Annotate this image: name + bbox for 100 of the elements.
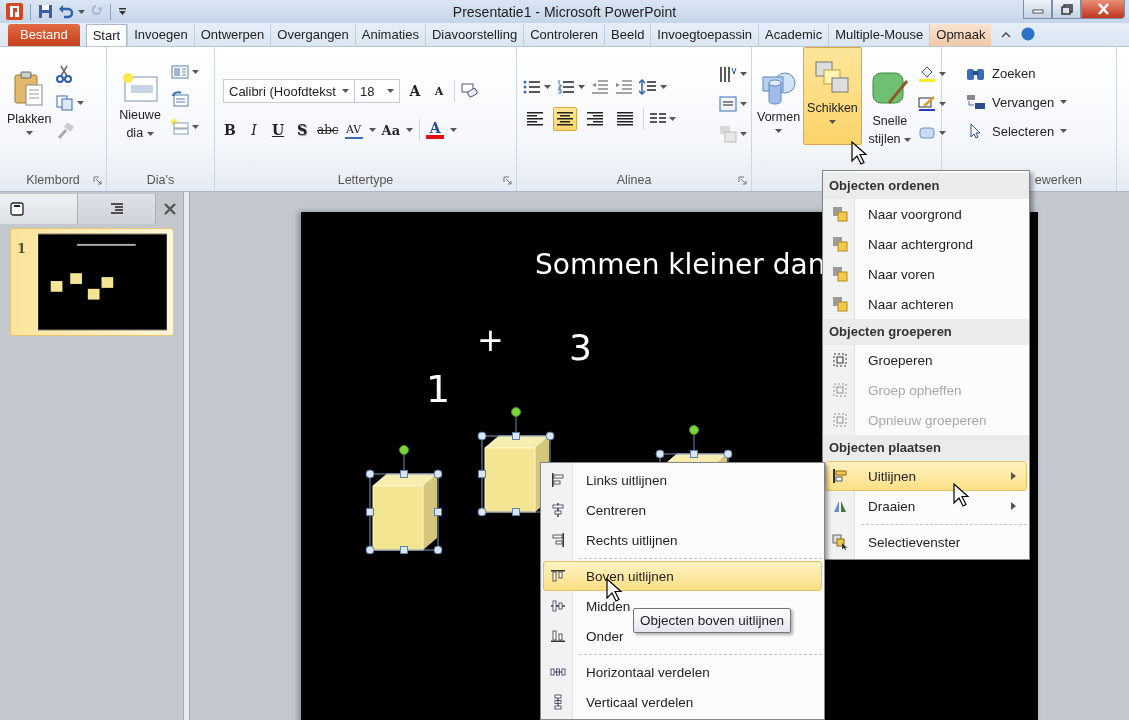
dialog-launcher-icon[interactable]	[738, 176, 747, 185]
minimize-ribbon-icon[interactable]	[1001, 31, 1012, 38]
slide-thumbnail[interactable]: 1	[10, 228, 174, 336]
caret-icon	[669, 117, 676, 121]
slide-text[interactable]: +	[477, 324, 504, 356]
menu-item[interactable]: Naar voorgrond	[825, 199, 1027, 229]
group-label: Lettertype	[337, 173, 394, 187]
character-spacing-button[interactable]: AV	[344, 121, 363, 139]
align-left-icon	[832, 468, 848, 484]
strikethrough-button[interactable]: abc	[317, 119, 339, 141]
underline-button[interactable]: U	[269, 119, 287, 141]
tooltip: Objecten boven uitlijnen	[633, 608, 792, 633]
minimize-button[interactable]	[1023, 0, 1052, 19]
group-label: Alinea	[616, 173, 652, 187]
center-button[interactable]	[553, 107, 577, 131]
copy-icon[interactable]	[56, 95, 75, 111]
save-icon[interactable]	[38, 4, 53, 19]
scissors-icon[interactable]	[56, 65, 73, 83]
reset-slide-icon[interactable]	[171, 91, 189, 107]
paste-button[interactable]: Plakken	[6, 53, 53, 169]
menu-item[interactable]: Horizontaal verdelen	[543, 657, 822, 687]
arrange-button[interactable]: Schikken	[803, 47, 862, 145]
menu-item[interactable]: Centreren	[543, 495, 822, 525]
caret-icon	[1060, 129, 1068, 133]
italic-button[interactable]: I	[245, 119, 263, 141]
align-bottom-icon	[550, 628, 566, 644]
outline-tab[interactable]	[78, 194, 156, 224]
shrink-font-button[interactable]: A	[429, 80, 448, 102]
font-name-field[interactable]: Calibri (Hoofdtekst	[223, 79, 355, 103]
slides-tab[interactable]	[0, 194, 78, 224]
file-tab[interactable]: Bestand	[8, 24, 80, 46]
menu-item[interactable]: Links uitlijnen	[543, 465, 822, 495]
find-button[interactable]: Zoeken	[966, 61, 1112, 85]
menu-item[interactable]: Groeperen	[825, 345, 1027, 375]
eraser-icon[interactable]	[460, 83, 479, 99]
customize-icon[interactable]	[118, 7, 127, 16]
dialog-launcher-icon[interactable]	[93, 176, 102, 185]
menu-item[interactable]: Uitlijnen	[825, 461, 1027, 491]
dotted-frame-icon	[832, 412, 848, 428]
caret-icon	[740, 132, 747, 136]
replace-button[interactable]: Vervangen	[966, 90, 1112, 114]
menu-item[interactable]: Draaien	[825, 491, 1027, 521]
shapes-icon	[760, 71, 797, 105]
new-slide-button[interactable]: Nieuwe dia	[113, 53, 167, 169]
font-size-field[interactable]: 18	[353, 79, 400, 103]
restore-icon	[1060, 3, 1073, 15]
menu-item[interactable]: Selectievenster	[825, 527, 1027, 557]
shadow-button[interactable]: S	[293, 119, 311, 141]
columns-icon[interactable]	[650, 112, 666, 126]
slide-title[interactable]: Sommen kleiner dan	[535, 248, 826, 281]
font-color-button[interactable]: A	[426, 121, 445, 139]
menu-heading: Objecten ordenen	[823, 173, 1029, 199]
ribbon-tab[interactable]: Opmaak	[929, 24, 992, 46]
bold-button[interactable]: B	[221, 119, 239, 141]
caret-icon	[938, 131, 946, 135]
slide-icon	[10, 202, 24, 216]
squares-pointer-icon	[832, 534, 848, 550]
slide-text[interactable]: 1	[426, 370, 451, 408]
fill-bucket-icon[interactable]	[917, 65, 936, 83]
shapes-button[interactable]: Vormen	[756, 53, 802, 191]
caret-icon	[938, 72, 946, 76]
effects-icon[interactable]	[917, 125, 936, 141]
new-slide-icon	[121, 71, 159, 103]
group-label: ewerken	[1034, 173, 1082, 187]
numbering-icon[interactable]	[557, 80, 575, 94]
menu-item[interactable]: Naar achtergrond	[825, 229, 1027, 259]
restore-button[interactable]	[1052, 0, 1081, 19]
caret-icon	[77, 101, 85, 105]
dotted-frame-icon	[832, 352, 848, 368]
cursor-icon	[953, 483, 969, 507]
align-text-icon[interactable]	[719, 95, 737, 113]
menu-item[interactable]: Naar achteren	[825, 289, 1027, 319]
menu-item[interactable]: Verticaal verdelen	[543, 687, 822, 717]
caret-icon	[544, 85, 551, 89]
text-direction-icon[interactable]	[719, 65, 737, 83]
select-button[interactable]: Selecteren	[966, 119, 1112, 143]
pencil-outline-icon[interactable]	[917, 95, 936, 113]
ribbon-tab[interactable]: Start	[85, 24, 128, 46]
caret-icon	[146, 131, 154, 136]
undo-icon[interactable]	[58, 4, 73, 19]
menu-item[interactable]: Boven uitlijnen	[543, 561, 822, 591]
grow-font-button[interactable]: A	[405, 80, 424, 102]
dialog-launcher-icon[interactable]	[503, 176, 512, 185]
help-icon[interactable]	[1021, 27, 1036, 41]
overlapping-squares-icon	[832, 236, 848, 252]
menu-item[interactable]: Rechts uitlijnen	[543, 525, 822, 555]
align-left-icon	[550, 472, 566, 488]
line-spacing-icon[interactable]	[639, 79, 657, 95]
caret-icon	[368, 128, 376, 132]
text-lines-icon	[587, 112, 603, 126]
align-middle-icon	[550, 598, 566, 614]
close-button[interactable]	[1081, 0, 1125, 19]
cube-shape[interactable]	[365, 444, 443, 554]
caret-icon	[578, 85, 585, 89]
bullets-icon[interactable]	[523, 80, 541, 94]
slide-text[interactable]: 3	[569, 330, 592, 366]
menu-item[interactable]: Naar voren	[825, 259, 1027, 289]
change-case-button[interactable]: Aa	[381, 119, 401, 141]
app-icon[interactable]	[6, 3, 23, 20]
overlapping-squares-icon	[832, 296, 848, 312]
